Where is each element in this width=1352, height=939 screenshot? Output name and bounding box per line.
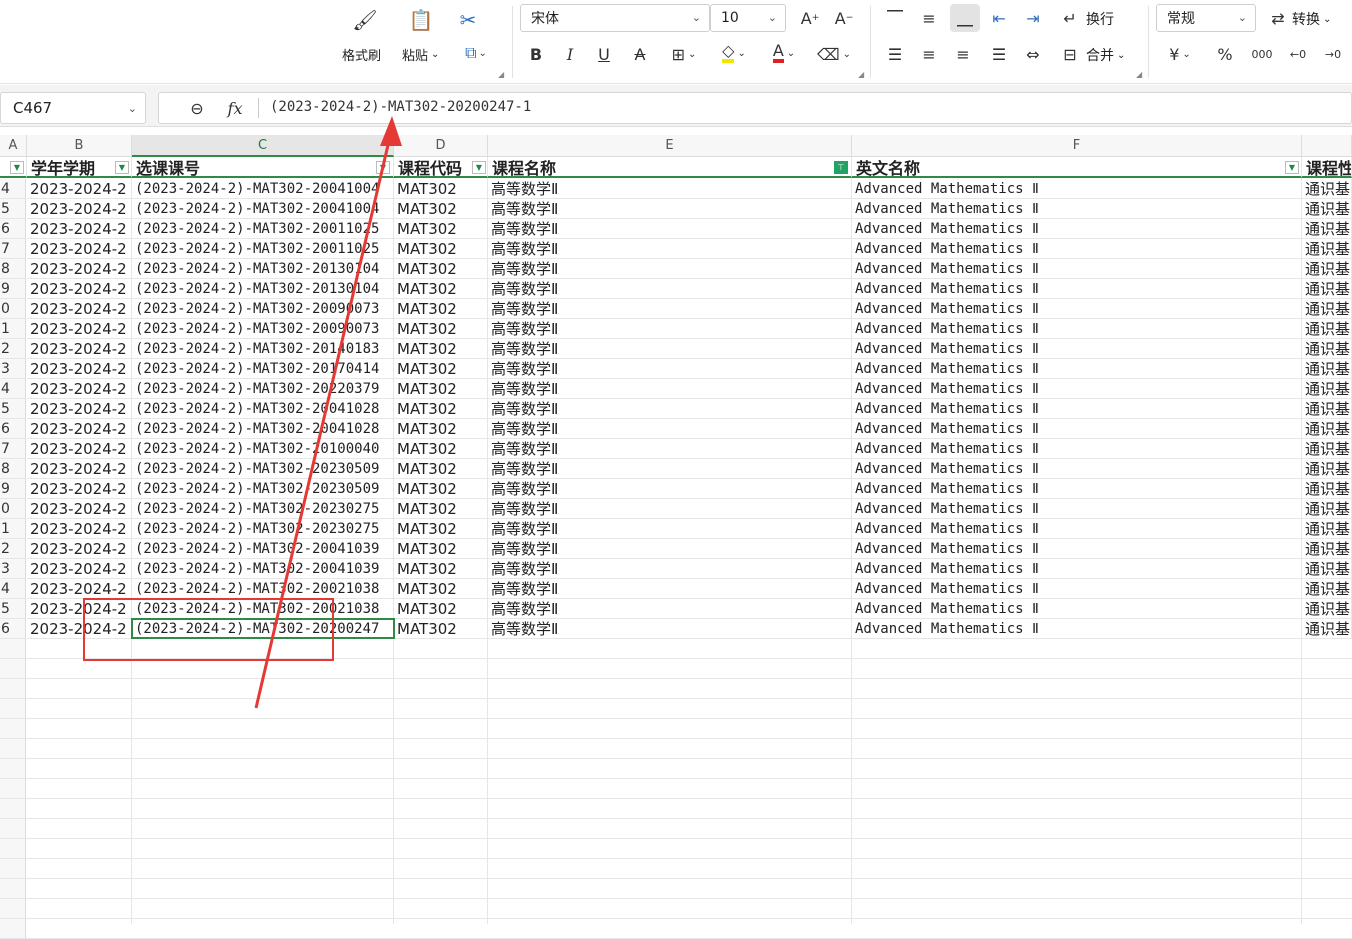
annotation-arrow xyxy=(254,116,402,709)
